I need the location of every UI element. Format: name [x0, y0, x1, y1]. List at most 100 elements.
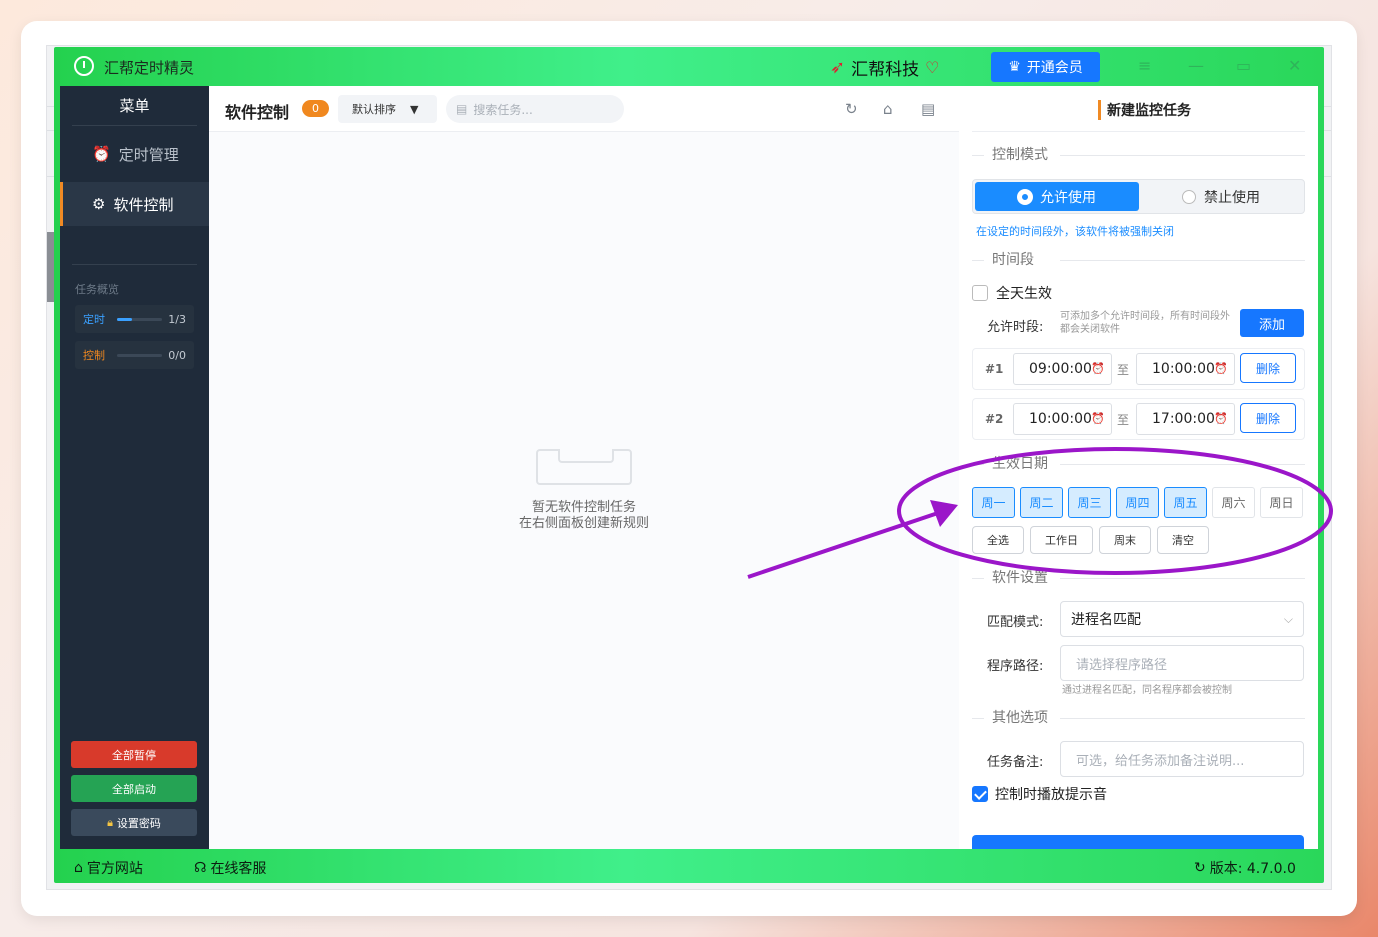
maximize-icon[interactable]: ▭: [1236, 56, 1251, 75]
refresh-icon[interactable]: ↻: [845, 100, 858, 118]
day-fri-button[interactable]: 周五: [1164, 487, 1207, 518]
start-time-input[interactable]: 09:00:00 ⏰: [1013, 353, 1112, 385]
end-time-input[interactable]: 17:00:00 ⏰: [1136, 403, 1235, 435]
search-input[interactable]: ▤ 搜索任务...: [446, 95, 624, 123]
to-label: 至: [1117, 413, 1130, 427]
overview-label: 控制: [83, 349, 105, 362]
weekend-button[interactable]: 周末: [1099, 526, 1151, 554]
path-label: 程序路径:: [987, 659, 1044, 674]
deny-option[interactable]: 禁止使用: [1139, 182, 1303, 211]
overview-control: 控制 0/0: [75, 341, 194, 369]
status-bar: ⌂ 官方网站 ☊ 在线客服 ↻ 版本: 4.7.0.0: [54, 849, 1324, 883]
close-icon[interactable]: ✕: [1288, 56, 1301, 75]
create-task-button[interactable]: [972, 835, 1304, 849]
refresh-icon: ↻: [1194, 860, 1206, 876]
workdays-button[interactable]: 工作日: [1030, 526, 1093, 554]
section-label: 时间段: [992, 252, 1034, 268]
delete-button[interactable]: 删除: [1240, 353, 1296, 383]
rocket-icon: ➶: [830, 57, 846, 78]
select-all-button[interactable]: 全选: [972, 526, 1024, 554]
sound-label: 控制时播放提示音: [995, 787, 1107, 803]
day-thu-button[interactable]: 周四: [1116, 487, 1159, 518]
gear-icon: ⚙: [92, 195, 106, 213]
sort-dropdown[interactable]: 默认排序 ▼: [338, 95, 437, 123]
mode-toggle: 允许使用 禁止使用: [972, 179, 1305, 214]
divider: [72, 264, 197, 265]
empty-line-1: 暂无软件控制任务: [531, 500, 636, 515]
section-label: 生效日期: [992, 456, 1048, 472]
day-sat-button[interactable]: 周六: [1212, 487, 1255, 518]
section-control-mode: 控制模式: [972, 147, 1305, 163]
match-mode-select[interactable]: 进程名匹配 ⌵: [1060, 601, 1304, 637]
set-password-button[interactable]: 🔒︎ 设置密码: [71, 809, 197, 836]
pause-all-button[interactable]: 全部暂停: [71, 741, 197, 768]
sound-checkbox[interactable]: 控制时播放提示音: [972, 784, 1107, 804]
toolbar: 软件控制 0 默认排序 ▼ ▤ 搜索任务... ↻ ⌂ ▤: [209, 86, 959, 132]
radio-empty-icon: [1182, 189, 1196, 204]
start-all-button[interactable]: 全部启动: [71, 775, 197, 802]
new-task-panel: 新建监控任务 控制模式 允许使用 禁止使用 在设定的时间段外，该软件将被强制关闭…: [959, 86, 1318, 849]
vip-label: 开通会员: [1026, 60, 1083, 76]
sidebar-item-timer[interactable]: ⏰ 定时管理: [60, 132, 209, 176]
section-label: 软件设置: [992, 570, 1048, 586]
chevron-down-icon: ⌵: [1283, 612, 1293, 626]
overview-value: 1/3: [168, 312, 186, 326]
match-mode-value: 进程名匹配: [1071, 612, 1141, 628]
time-value: 10:00:00: [1152, 361, 1215, 377]
start-time-input[interactable]: 10:00:00 ⏰: [1013, 403, 1112, 435]
checkbox-checked-icon: [972, 786, 988, 802]
section-label: 控制模式: [992, 147, 1048, 163]
progress-bar: [117, 353, 163, 357]
time-value: 09:00:00: [1029, 361, 1092, 377]
crown-icon: ♛: [1008, 59, 1021, 75]
minimize-icon[interactable]: —: [1188, 56, 1204, 75]
sort-label: 默认排序: [352, 103, 396, 116]
caret-down-icon: ▼: [410, 102, 419, 116]
export-icon[interactable]: ▤: [921, 100, 935, 118]
alarm-icon: ⏰: [1214, 362, 1228, 375]
menu-icon[interactable]: ≡: [1138, 56, 1151, 75]
support-link[interactable]: ☊ 在线客服: [194, 858, 266, 878]
heart-icon: ♡: [925, 58, 940, 77]
lock-icon: 🔒︎: [107, 815, 113, 829]
website-label: 官方网站: [86, 861, 143, 877]
section-effective-date: 生效日期: [972, 456, 1305, 472]
deny-label: 禁止使用: [1204, 189, 1260, 206]
day-tue-button[interactable]: 周二: [1020, 487, 1063, 518]
overview-value: 0/0: [168, 348, 186, 362]
day-mon-button[interactable]: 周一: [972, 487, 1015, 518]
note-label: 任务备注:: [987, 755, 1044, 770]
time-value: 17:00:00: [1152, 411, 1215, 427]
slot-number: #1: [985, 362, 1004, 376]
alarm-icon: ⏰: [1091, 412, 1105, 425]
program-path-input[interactable]: 请选择程序路径: [1060, 645, 1304, 681]
all-day-checkbox[interactable]: 全天生效: [972, 283, 1052, 303]
section-label: 其他选项: [992, 710, 1048, 726]
section-software: 软件设置: [972, 570, 1305, 586]
website-link[interactable]: ⌂ 官方网站: [74, 858, 143, 878]
day-wed-button[interactable]: 周三: [1068, 487, 1111, 518]
clear-icon[interactable]: ⌂: [883, 100, 893, 118]
end-time-input[interactable]: 10:00:00 ⏰: [1136, 353, 1235, 385]
day-sun-button[interactable]: 周日: [1260, 487, 1303, 518]
page-title: 软件控制: [225, 103, 290, 122]
delete-button[interactable]: 删除: [1240, 403, 1296, 433]
sidebar-item-software-control[interactable]: ⚙ 软件控制: [60, 182, 209, 226]
brand: ➶ 汇帮科技 ♡: [830, 55, 939, 80]
overview-label: 定时: [83, 313, 105, 326]
alarm-icon: ⏰: [1091, 362, 1105, 375]
version-label: 版本: 4.7.0.0: [1209, 861, 1296, 877]
section-time: 时间段: [972, 252, 1305, 268]
vip-button[interactable]: ♛ 开通会员: [991, 52, 1100, 82]
title-bar: 汇帮定时精灵 ➶ 汇帮科技 ♡ ♛ 开通会员 ≡ — ▭ ✕: [54, 47, 1324, 86]
task-note-input[interactable]: 可选，给任务添加备注说明...: [1060, 741, 1304, 777]
empty-inbox-icon: [536, 449, 632, 485]
checkbox-icon: [972, 285, 988, 301]
app-title: 汇帮定时精灵: [104, 59, 195, 77]
add-button[interactable]: 添加: [1240, 309, 1304, 337]
allow-option[interactable]: 允许使用: [975, 182, 1139, 211]
allow-period-hint: 可添加多个允许时间段，所有时间段外都会关闭软件: [1060, 311, 1230, 335]
time-slot-row: #1 09:00:00 ⏰ 至 10:00:00 ⏰ 删除: [972, 348, 1305, 390]
clear-button[interactable]: 清空: [1157, 526, 1209, 554]
panel-title: 新建监控任务: [1098, 100, 1191, 120]
